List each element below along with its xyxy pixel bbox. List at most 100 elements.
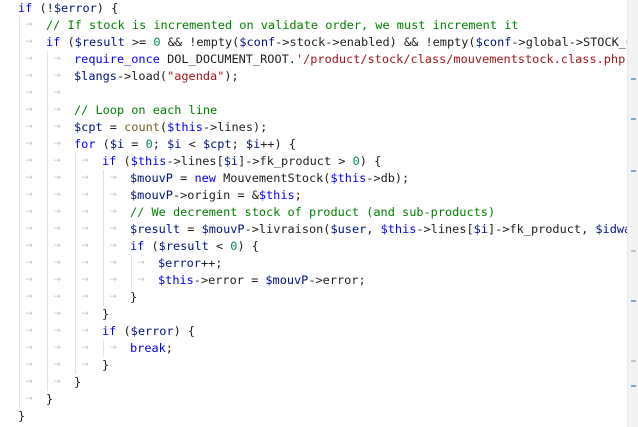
tab-arrow-icon: → — [81, 360, 89, 370]
code-line[interactable]: → → — [0, 85, 628, 102]
indent-guide — [47, 374, 48, 391]
indent-guide — [47, 51, 48, 68]
code-line[interactable]: if (!$error) { — [0, 0, 628, 17]
code-token: } — [102, 307, 110, 321]
tab-arrow-icon: → — [81, 224, 89, 234]
indent-guide — [75, 323, 76, 340]
code-token: = — [102, 120, 125, 134]
code-line[interactable]: → → → if ($error) { — [0, 323, 628, 340]
tab-arrow-icon: → — [81, 156, 89, 166]
scrollbar-marker — [631, 385, 636, 387]
indent-guide — [75, 153, 76, 170]
tab-arrow-icon: → — [53, 105, 61, 115]
indent-guide — [47, 238, 48, 255]
indent-guide — [75, 238, 76, 255]
tab-arrow-icon: → — [25, 156, 33, 166]
code-token: "agenda" — [167, 69, 225, 83]
scrollbar-marker — [631, 78, 636, 80]
code-token: ; — [231, 137, 246, 151]
indent-guide — [19, 187, 20, 204]
code-line[interactable]: → → → → → $this->error = $mouvP->error; — [0, 272, 628, 289]
tab-arrow-icon: → — [25, 122, 33, 132]
code-line[interactable]: → → →} — [0, 306, 628, 323]
indent-guide — [19, 68, 20, 85]
tab-arrow-icon: → — [109, 173, 117, 183]
indent-guide — [47, 170, 48, 187]
code-line[interactable]: → → // Loop on each line — [0, 102, 628, 119]
indent-guide — [47, 306, 48, 323]
code-line[interactable]: → // If stock is incremented on validate … — [0, 17, 628, 34]
code-line[interactable]: → → → → break; — [0, 340, 628, 357]
indent-guide — [103, 272, 104, 289]
code-token: ; — [294, 188, 302, 202]
code-token: if — [102, 154, 117, 168]
code-token: // We decrement stock of product (and su… — [130, 205, 496, 219]
code-line[interactable]: → → → → $mouvP->origin = &$this; — [0, 187, 628, 204]
code-token: } — [74, 375, 82, 389]
code-token: ]->fk_product > — [238, 154, 353, 168]
indent-guide — [75, 255, 76, 272]
code-line[interactable]: → → $langs->load("agenda"); — [0, 68, 628, 85]
code-line[interactable]: → → $cpt = count($this->lines); — [0, 119, 628, 136]
indent-guide — [47, 119, 48, 136]
vertical-scrollbar[interactable] — [627, 0, 638, 427]
code-line[interactable]: → → → → → $error++; — [0, 255, 628, 272]
code-token: $i — [167, 137, 182, 151]
code-line[interactable]: → → →} — [0, 357, 628, 374]
code-token: ( — [60, 35, 75, 49]
scrollbar-marker — [631, 360, 636, 362]
code-line[interactable]: → → → →} — [0, 289, 628, 306]
indent-guide — [47, 204, 48, 221]
code-line[interactable]: → → → if ($this->lines[$i]->fk_product > 0)… — [0, 153, 628, 170]
code-line[interactable]: → → → → $mouvP = new MouvementStock($this->d… — [0, 170, 628, 187]
code-line[interactable]: → → → → $result = $mouvP->livraison($user, $… — [0, 221, 628, 238]
indent-guide — [103, 204, 104, 221]
code-token: } — [18, 409, 26, 423]
code-token: ->origin = & — [172, 188, 259, 202]
tab-arrow-icon: → — [81, 241, 89, 251]
code-token: $this — [167, 120, 203, 134]
tab-arrow-icon: → — [25, 71, 33, 81]
code-line[interactable]: → if ($result >= 0 && !empty($conf->stock… — [0, 34, 628, 51]
code-token: if — [46, 35, 61, 49]
code-line[interactable]: → → require_once DOL_DOCUMENT_ROOT.'/produ… — [0, 51, 628, 68]
indent-guide — [19, 306, 20, 323]
code-line[interactable]: → → → → if ($result < 0) { — [0, 238, 628, 255]
indent-guide — [19, 272, 20, 289]
tab-arrow-icon: → — [25, 207, 33, 217]
code-token: $result — [158, 239, 209, 253]
code-token: ->error = — [193, 273, 266, 287]
tab-arrow-icon: → — [81, 258, 89, 268]
code-line[interactable]: } — [0, 408, 628, 425]
tab-arrow-icon: → — [25, 360, 33, 370]
tab-arrow-icon: → — [81, 343, 89, 353]
code-token: '/product/stock/class/mouvementstock.cla… — [295, 52, 628, 66]
code-token: $mouvP — [130, 171, 173, 185]
code-token: ; — [152, 137, 168, 151]
code-line[interactable]: →} — [0, 391, 628, 408]
indent-guide — [103, 170, 104, 187]
tab-arrow-icon: → — [25, 173, 33, 183]
code-editor[interactable]: if (!$error) {→// If stock is incremente… — [0, 0, 628, 427]
code-token: ( — [95, 137, 110, 151]
code-token: ->livraison( — [244, 222, 331, 236]
code-token: $conf — [475, 35, 512, 49]
indent-guide — [19, 255, 20, 272]
indent-guide — [19, 204, 20, 221]
code-line[interactable]: → →} — [0, 374, 628, 391]
code-line[interactable]: → → for ($i = 0; $i < $cpt; $i++) { — [0, 136, 628, 153]
tab-arrow-icon: → — [109, 190, 117, 200]
code-token: if — [130, 239, 145, 253]
code-token: ->global->STOCK_CALC — [511, 35, 628, 49]
tab-arrow-icon: → — [109, 292, 117, 302]
tab-arrow-icon: → — [53, 88, 61, 98]
tab-arrow-icon: → — [137, 275, 145, 285]
tab-arrow-icon: → — [53, 71, 61, 81]
code-line[interactable]: → → → → // We decrement stock of product (an… — [0, 204, 628, 221]
code-token: 0 — [145, 137, 153, 151]
indent-guide — [19, 323, 20, 340]
code-view[interactable]: if (!$error) {→// If stock is incremente… — [0, 0, 628, 425]
indent-guide — [103, 289, 104, 306]
tab-arrow-icon: → — [25, 377, 33, 387]
tab-arrow-icon: → — [25, 394, 33, 404]
